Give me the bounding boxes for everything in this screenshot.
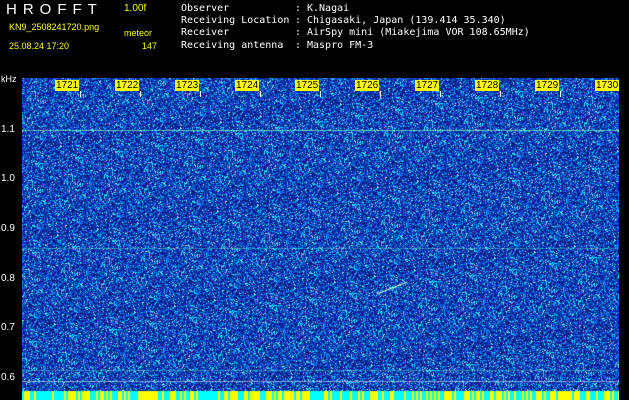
info-separator: : <box>295 39 302 51</box>
info-label: Observer <box>181 3 230 14</box>
info-row-receiver: Receiver: AirSpy mini (Miakejima VOR 108.… <box>181 27 530 39</box>
spectrogram-canvas <box>22 78 619 400</box>
x-tick-mark <box>260 91 261 97</box>
x-tick-label: 1722 <box>115 80 140 91</box>
y-axis-unit: kHz <box>1 74 17 84</box>
x-tick-label: 1725 <box>295 80 320 91</box>
x-tick-label: 1724 <box>235 80 260 91</box>
x-tick-mark <box>140 91 141 97</box>
x-tick-mark <box>200 91 201 97</box>
info-separator: : <box>295 27 302 39</box>
event-count: 147 <box>142 41 158 51</box>
info-row-location: Receiving Location: Chigasaki, Japan (139… <box>181 15 530 27</box>
x-tick-mark <box>500 91 501 97</box>
file-name: KN9_2508241720.png <box>9 22 100 32</box>
x-tick-label: 1726 <box>355 80 380 91</box>
y-tick-label: 0.9 <box>1 223 15 234</box>
x-tick-label: 1728 <box>475 80 500 91</box>
y-tick-label: 1.0 <box>1 173 15 184</box>
info-label: Receiver <box>181 27 230 39</box>
x-tick-mark <box>560 91 561 97</box>
info-label: Receiving antenna <box>181 39 284 51</box>
info-separator: : <box>295 15 302 27</box>
station-info: Observer: K.Nagai Receiving Location: Chig… <box>181 3 530 52</box>
app-version: 1.00f <box>124 3 147 14</box>
x-tick-mark <box>320 91 321 97</box>
x-tick-mark <box>440 91 441 97</box>
info-value: Chigasaki, Japan (139.414 35.340) <box>307 15 506 27</box>
y-tick-label: 0.8 <box>1 273 15 284</box>
info-separator: : <box>295 3 302 14</box>
y-tick-label: 0.7 <box>1 322 15 333</box>
detection-mode: meteor <box>124 28 153 38</box>
x-tick-label: 1723 <box>175 80 200 91</box>
x-tick-label: 1721 <box>55 80 80 91</box>
info-value: K.Nagai <box>307 3 350 14</box>
y-tick-label: 1.1 <box>1 124 15 135</box>
info-row-observer: Observer: K.Nagai <box>181 3 530 15</box>
app-title: HROFFT <box>6 1 103 18</box>
x-tick-label: 1729 <box>535 80 560 91</box>
info-value: Maspro FM-3 <box>307 39 374 51</box>
x-tick-mark <box>80 91 81 97</box>
x-tick-label: 1727 <box>415 80 440 91</box>
capture-datetime: 25.08.24 17:20 <box>9 41 70 51</box>
header-panel: HROFFT 1.00f KN9_2508241720.png meteor 2… <box>0 0 629 78</box>
y-tick-label: 0.6 <box>1 372 15 383</box>
info-value: AirSpy mini (Miakejima VOR 108.65MHz) <box>307 27 530 39</box>
info-row-antenna: Receiving antenna: Maspro FM-3 <box>181 40 530 52</box>
x-tick-mark <box>380 91 381 97</box>
info-label: Receiving Location <box>181 15 290 27</box>
x-tick-label: 1730 <box>595 80 620 91</box>
